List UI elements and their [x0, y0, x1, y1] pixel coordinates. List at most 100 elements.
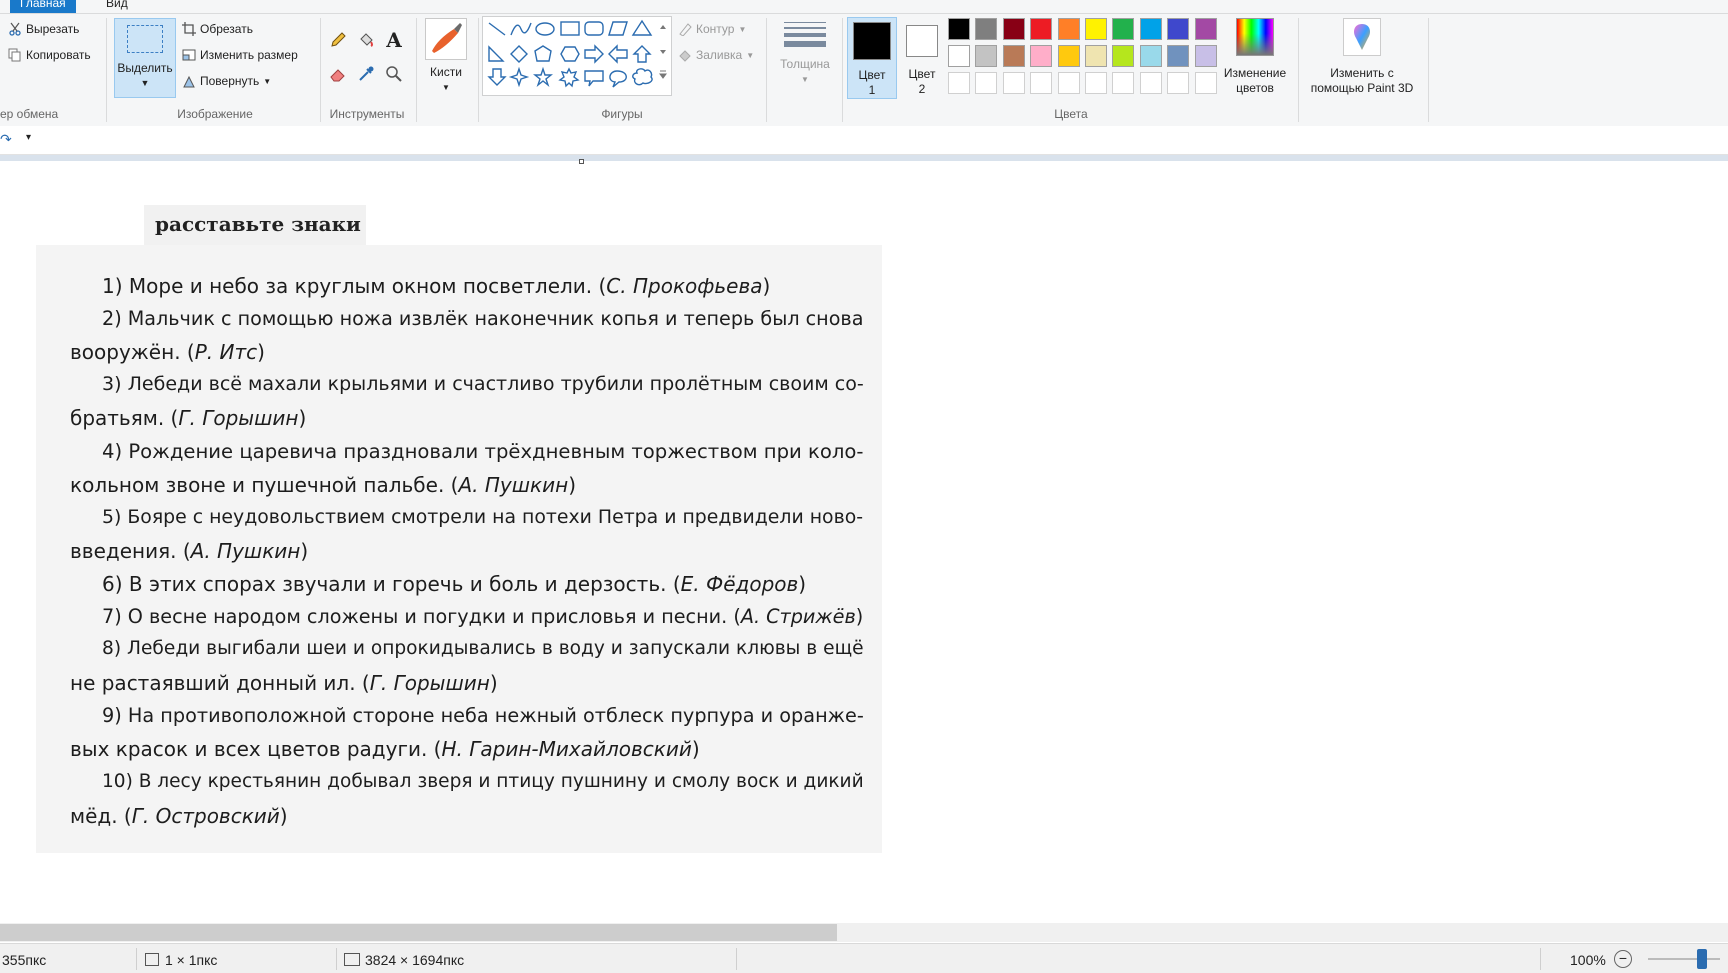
line-text: 8) Лебеди выгибали шеи и опрокидывались …	[102, 638, 864, 660]
line-text: 9) На противоположной стороне неба нежны…	[102, 704, 864, 728]
outline-button[interactable]: Контур ▼	[678, 22, 746, 37]
custom-color-slot[interactable]	[1194, 72, 1217, 94]
zoom-slider-thumb[interactable]	[1697, 949, 1707, 969]
resize-handle[interactable]	[579, 159, 584, 164]
color2-label: Цвет	[908, 67, 936, 81]
line-text: 7) О весне народом сложены и погудки и п…	[102, 605, 741, 628]
author-name: А. Стрижёв	[740, 605, 856, 628]
custom-color-slot[interactable]	[1139, 72, 1162, 94]
cut-label: Вырезать	[26, 22, 80, 36]
line-text: 3) Лебеди всё махали крыльями и счастлив…	[102, 373, 864, 396]
color-swatch[interactable]	[1030, 18, 1053, 40]
color-swatch[interactable]	[948, 18, 970, 40]
separator	[736, 948, 737, 970]
color-swatch[interactable]	[1194, 18, 1217, 40]
brushes-button[interactable]: Кисти ▼	[422, 18, 470, 95]
line-text: 6) В этих спорах звучали и горечь и боль…	[102, 571, 681, 596]
color1-swatch	[853, 22, 891, 60]
line-thickness-icon	[784, 22, 826, 47]
image-size: 3824 × 1694пкс	[365, 952, 465, 968]
pencil-icon[interactable]	[328, 30, 348, 50]
crop-button[interactable]: Обрезать	[182, 22, 253, 36]
color1-button[interactable]: Цвет 1	[847, 17, 897, 99]
eraser-icon[interactable]	[328, 64, 348, 84]
document-line: вооружён. (Р. Итс)	[70, 340, 864, 364]
chevron-down-icon: ▼	[140, 78, 150, 88]
rotate-button[interactable]: Повернуть ▼	[182, 74, 271, 88]
color-swatch[interactable]	[1167, 45, 1190, 67]
image-group-label: Изображение	[177, 107, 253, 121]
tab-home[interactable]: Главная	[10, 0, 76, 13]
color-picker-icon[interactable]	[356, 64, 376, 84]
select-icon	[127, 25, 163, 53]
resize-button[interactable]: Изменить размер	[182, 48, 298, 62]
line-text: 1) Море и небо за круглым окном посветле…	[102, 274, 607, 298]
selection-size-icon	[145, 953, 159, 966]
custom-color-slot[interactable]	[1030, 72, 1053, 94]
document-line: не растаявший донный ил. (Г. Горышин)	[70, 671, 864, 695]
separator	[416, 18, 417, 122]
color-swatch[interactable]	[1112, 18, 1135, 40]
color2-button[interactable]: Цвет 2	[897, 17, 947, 99]
zoom-out-icon[interactable]: −	[1614, 950, 1632, 968]
color-swatch[interactable]	[1194, 45, 1217, 67]
author-name: А. Пушкин	[190, 538, 301, 563]
horizontal-scrollbar-thumb[interactable]	[0, 924, 837, 941]
fill-bucket-icon[interactable]	[356, 30, 376, 50]
color-swatch[interactable]	[1085, 18, 1107, 40]
separator	[766, 18, 767, 122]
line-text: 2) Мальчик с помощью ножа извлёк наконеч…	[102, 307, 864, 331]
pentagon-shape-icon	[534, 45, 552, 62]
separator	[106, 18, 107, 122]
fill-button[interactable]: Заливка ▼	[678, 48, 754, 62]
color-swatch[interactable]	[1112, 45, 1135, 67]
edit-colors-button[interactable]: Изменение цветов	[1218, 18, 1292, 96]
text-tool-icon[interactable]: A	[384, 28, 404, 52]
custom-color-slot[interactable]	[1085, 72, 1107, 94]
custom-color-slot[interactable]	[948, 72, 970, 94]
custom-color-slot[interactable]	[1167, 72, 1190, 94]
line-text: вых красок и всех цветов радуги. (	[70, 737, 442, 762]
custom-color-slot[interactable]	[975, 72, 998, 94]
author-name: Г. Островский	[131, 803, 280, 828]
ribbon: Главная Вид Вырезать Копировать ер обмен…	[0, 0, 1728, 126]
copy-icon	[8, 48, 22, 62]
color-swatch[interactable]	[1139, 45, 1162, 67]
rectangle-shape-icon	[560, 21, 580, 36]
edit-colors-label-2: цветов	[1236, 81, 1274, 95]
magnifier-icon[interactable]	[384, 64, 404, 84]
custom-color-slot[interactable]	[1057, 72, 1080, 94]
color-swatch[interactable]	[1167, 18, 1190, 40]
colors-group-label: Цвета	[1054, 107, 1088, 121]
copy-button[interactable]: Копировать	[8, 48, 91, 62]
scroll-up-icon	[660, 25, 666, 29]
select-button[interactable]: Выделить ▼	[114, 18, 176, 98]
line-end: )	[762, 274, 771, 298]
color-swatch[interactable]	[1057, 45, 1080, 67]
color-swatch[interactable]	[1085, 45, 1107, 67]
customize-toolbar-icon[interactable]: ▾	[26, 132, 31, 143]
size-label: Толщина	[780, 57, 830, 71]
shapes-gallery	[482, 16, 672, 96]
tab-view[interactable]: Вид	[96, 0, 138, 13]
chevron-down-icon: ▼	[263, 76, 272, 86]
color-swatch[interactable]	[975, 18, 998, 40]
right-triangle-shape-icon	[488, 45, 505, 62]
edit-paint3d-button[interactable]: Изменить с помощью Paint 3D	[1302, 18, 1422, 96]
author-name: Н. Гарин-Михайловский	[441, 737, 692, 762]
color-swatch[interactable]	[948, 45, 970, 67]
color-swatch[interactable]	[1002, 45, 1025, 67]
color-swatch[interactable]	[1030, 45, 1053, 67]
custom-color-slot[interactable]	[1002, 72, 1025, 94]
color-swatch[interactable]	[975, 45, 998, 67]
separator	[1428, 18, 1429, 122]
size-button[interactable]: Толщина ▼	[772, 18, 838, 87]
redo-icon[interactable]: ↷	[0, 131, 12, 148]
cut-button[interactable]: Вырезать	[8, 22, 79, 36]
paint3d-label-2: помощью Paint 3D	[1310, 81, 1414, 95]
custom-color-slot[interactable]	[1112, 72, 1135, 94]
color-swatch[interactable]	[1139, 18, 1162, 40]
zoom-slider-track[interactable]	[1648, 958, 1720, 960]
color-swatch[interactable]	[1057, 18, 1080, 40]
color-swatch[interactable]	[1002, 18, 1025, 40]
